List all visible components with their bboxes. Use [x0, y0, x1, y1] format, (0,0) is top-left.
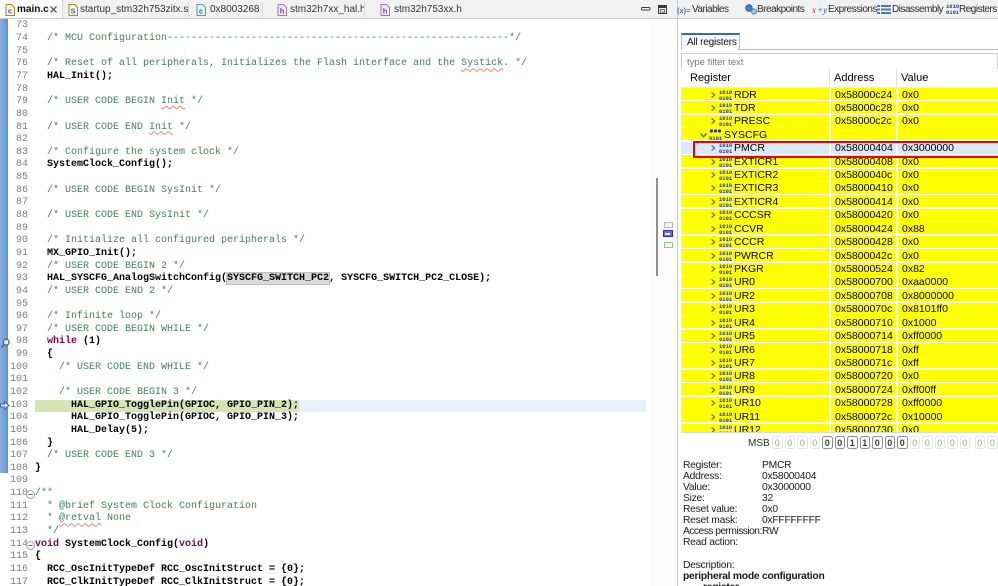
svg-text:x: x	[812, 5, 816, 15]
svg-text:c: c	[199, 6, 203, 15]
svg-text:0101: 0101	[719, 376, 733, 382]
svg-text:0101: 0101	[719, 349, 733, 355]
svg-text:0101: 0101	[719, 162, 733, 168]
svg-text:0101: 0101	[719, 256, 733, 262]
svg-text:0101: 0101	[719, 296, 733, 302]
svg-text:0101: 0101	[719, 403, 733, 409]
svg-text:0101: 0101	[719, 430, 733, 433]
svg-text:0101: 0101	[719, 417, 733, 423]
svg-text:0101: 0101	[719, 175, 733, 181]
svg-text:h: h	[383, 6, 388, 15]
svg-text:0101: 0101	[719, 323, 733, 329]
svg-text:S: S	[70, 6, 75, 15]
svg-text:0101: 0101	[719, 390, 733, 396]
svg-text:0101: 0101	[719, 188, 733, 194]
svg-text:0101: 0101	[719, 108, 733, 114]
svg-text:0101: 0101	[719, 95, 733, 101]
svg-text:0101: 0101	[719, 202, 733, 208]
svg-text:0101: 0101	[946, 9, 960, 15]
svg-text:0101: 0101	[719, 121, 733, 127]
svg-text:0101: 0101	[719, 336, 733, 342]
svg-text:0101: 0101	[719, 269, 733, 275]
svg-text:0101: 0101	[719, 229, 733, 235]
svg-text:h: h	[280, 6, 285, 15]
svg-text:0101: 0101	[719, 282, 733, 288]
svg-text:0101: 0101	[719, 215, 733, 221]
svg-text:c: c	[8, 6, 12, 15]
svg-text:0101: 0101	[719, 242, 733, 248]
svg-text:0101: 0101	[719, 363, 733, 369]
svg-text:+y: +y	[817, 5, 827, 15]
svg-text:0101: 0101	[719, 309, 733, 315]
